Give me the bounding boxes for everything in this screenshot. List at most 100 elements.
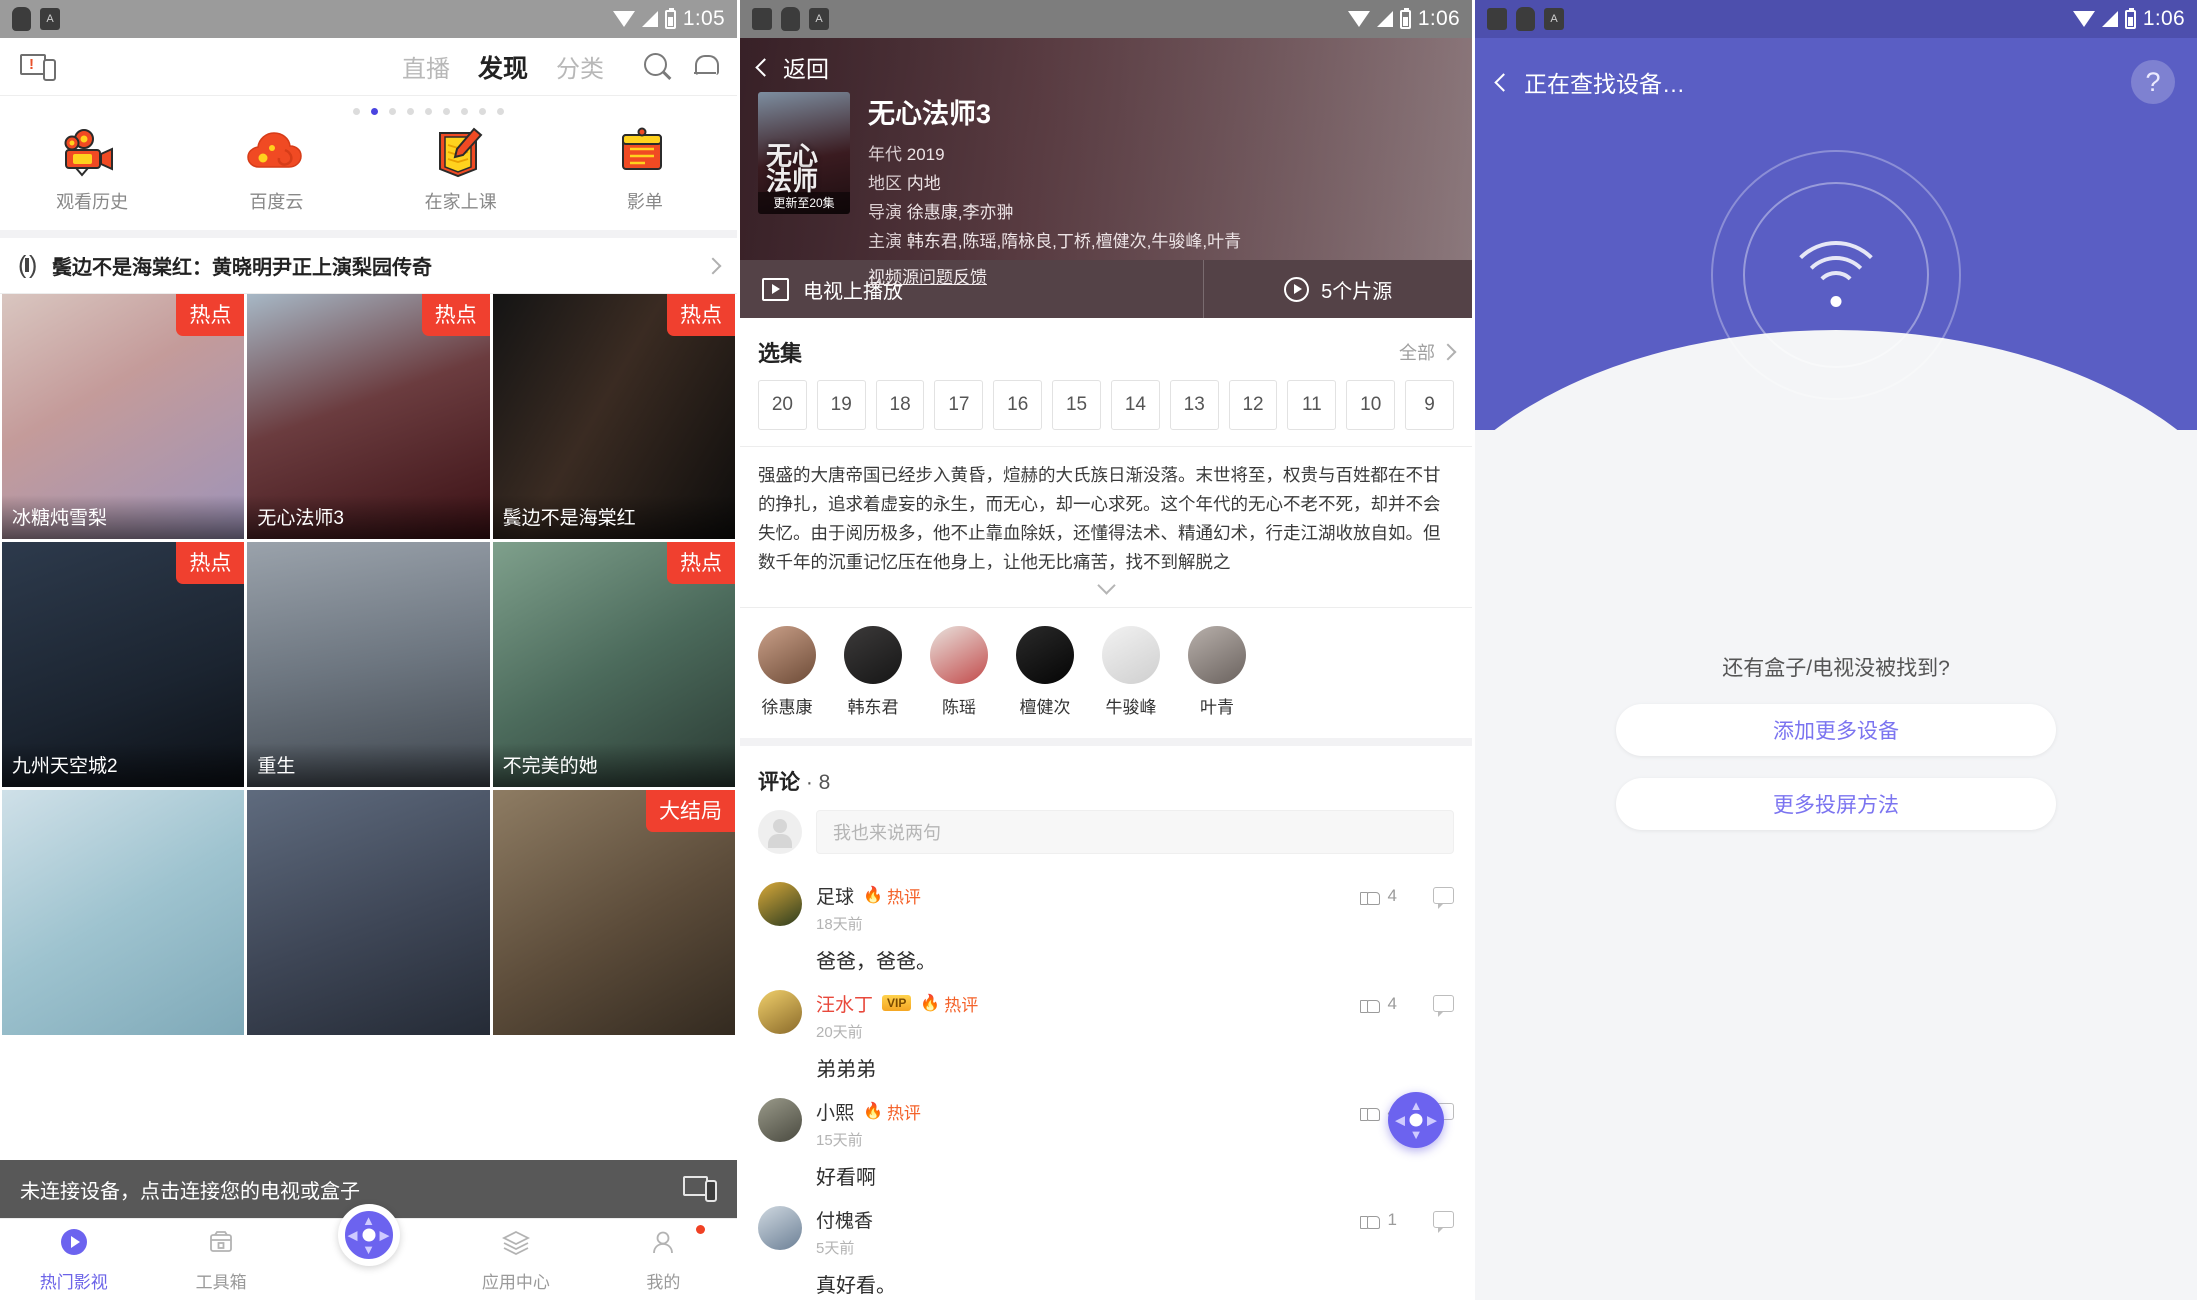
pager-dot[interactable] — [461, 108, 468, 115]
question-mark-icon[interactable]: ? — [2131, 60, 2175, 104]
cast-alert-icon[interactable]: ! — [20, 52, 56, 82]
more-cast-methods-button[interactable]: 更多投屏方法 — [1616, 778, 2056, 830]
movie-card[interactable]: 重生 — [247, 542, 490, 787]
comment-author: 足球 — [816, 886, 855, 908]
episode-item[interactable]: 10 — [1346, 380, 1396, 430]
like-button[interactable]: 4 — [1359, 994, 1397, 1014]
movie-card[interactable]: 热点 不完美的她 — [492, 542, 735, 787]
tab-mine[interactable]: 我的 — [590, 1224, 737, 1293]
movie-card[interactable]: 热点 鬓边不是海棠红 — [492, 294, 735, 539]
cast-member[interactable]: 牛骏峰 — [1102, 625, 1160, 718]
dpad-icon: ▲ ▼ ◀ ▶ — [1395, 1098, 1437, 1142]
comment-text: 好看啊 — [816, 1166, 876, 1189]
pager-dot[interactable] — [479, 108, 486, 115]
movie-card[interactable]: 热点 九州天空城2 — [2, 542, 245, 787]
episode-item[interactable]: 15 — [1052, 380, 1101, 430]
shortcut-film-list[interactable]: 影单 — [553, 125, 737, 214]
pager-dot[interactable] — [353, 108, 360, 115]
avatar[interactable] — [758, 1097, 802, 1142]
like-button[interactable]: 4 — [1359, 886, 1397, 906]
pager-dot[interactable] — [443, 108, 450, 115]
like-count: 1 — [1387, 1209, 1397, 1229]
episode-item[interactable]: 12 — [1228, 380, 1278, 430]
like-button[interactable]: 1 — [1359, 1209, 1397, 1230]
tab-toolbox[interactable]: 工具箱 — [147, 1227, 294, 1293]
bell-icon[interactable] — [693, 53, 719, 80]
chevron-left-icon[interactable] — [1494, 72, 1513, 92]
episodes-more-button[interactable]: 全部 — [1399, 339, 1457, 365]
movie-card[interactable]: 热点 无心法师3 — [247, 294, 490, 539]
tab-hot-videos[interactable]: 热门影视 — [0, 1227, 147, 1293]
comment-input[interactable]: 我也来说两句 — [816, 809, 1454, 854]
episode-item[interactable]: 11 — [1287, 380, 1337, 430]
cast-member[interactable]: 陈瑶 — [930, 625, 988, 718]
feedback-link[interactable]: 视频源问题反馈 — [868, 263, 987, 288]
cast-member[interactable]: 檀健次 — [1016, 625, 1074, 718]
avatar — [758, 625, 816, 684]
movie-card[interactable]: 热点 冰糖炖雪梨 — [2, 294, 245, 539]
shortcut-home-class[interactable]: 在家上课 — [369, 125, 553, 214]
comment-author: 付槐香 — [816, 1210, 874, 1232]
meta-value: 2019 — [906, 145, 945, 164]
hot-badge: 热点 — [176, 542, 245, 584]
episode-item[interactable]: 9 — [1405, 380, 1454, 430]
radar-animation — [1475, 150, 2197, 400]
comment-item: 汪水丁 VIP 🔥 热评 20天前 弟弟弟 4 — [740, 980, 1472, 1088]
cast-member[interactable]: 叶青 — [1188, 625, 1246, 718]
movie-card[interactable] — [2, 790, 245, 1035]
episode-item[interactable]: 16 — [993, 380, 1043, 430]
avatar[interactable] — [758, 881, 802, 926]
status-time: 1:05 — [682, 7, 725, 30]
cast-icon[interactable] — [683, 1175, 717, 1203]
pager-dot[interactable] — [425, 108, 432, 115]
detail-poster[interactable]: 无心 法师 更新至20集 — [758, 92, 850, 214]
tab-app-center[interactable]: 应用中心 — [442, 1227, 589, 1293]
episode-item[interactable]: 18 — [875, 380, 925, 430]
status-bar: A 1:06 — [1475, 0, 2197, 38]
back-button[interactable]: 返回 — [740, 38, 1472, 84]
shortcut-baidu-cloud[interactable]: 百度云 — [184, 125, 368, 214]
pager-dot[interactable] — [407, 108, 414, 115]
tab-live[interactable]: 直播 — [402, 49, 450, 84]
remote-control-fab[interactable]: ▲ ▼ ◀ ▶ — [337, 1204, 400, 1266]
status-icons: A — [1487, 7, 1564, 31]
episode-item[interactable]: 14 — [1110, 380, 1160, 430]
hot-badge: 热点 — [666, 542, 735, 584]
add-more-devices-button[interactable]: 添加更多设备 — [1616, 704, 2056, 756]
avatar[interactable] — [758, 989, 802, 1034]
pager-dots — [0, 96, 737, 117]
avatar[interactable] — [758, 1205, 802, 1250]
expand-synopsis-button[interactable] — [740, 575, 1472, 607]
comment-author: 汪水丁 — [816, 994, 874, 1016]
cast-member[interactable]: 徐惠康 — [758, 625, 816, 718]
shortcut-watch-history[interactable]: 观看历史 — [0, 125, 184, 214]
tab-discover[interactable]: 发现 — [478, 49, 528, 85]
chevron-left-icon — [755, 57, 774, 77]
episode-item[interactable]: 13 — [1169, 380, 1219, 430]
remote-control-fab[interactable]: ▲ ▼ ◀ ▶ — [1388, 1092, 1444, 1148]
pager-dot[interactable] — [497, 108, 504, 115]
status-right: 1:05 — [612, 7, 725, 31]
shortcut-label: 影单 — [626, 192, 663, 212]
comment-item: 付槐香 5天前 真好看。 1 — [740, 1196, 1472, 1300]
tab-category[interactable]: 分类 — [556, 49, 604, 84]
episode-item[interactable]: 17 — [934, 380, 984, 430]
episode-item[interactable]: 19 — [816, 380, 866, 430]
reply-icon[interactable] — [1433, 995, 1454, 1017]
announcement-bar[interactable]: 鬓边不是海棠红：黄晓明尹正上演梨园传奇 — [0, 238, 737, 294]
movie-card[interactable] — [247, 790, 490, 1035]
shortcut-label: 观看历史 — [56, 192, 129, 212]
reply-icon[interactable] — [1433, 887, 1454, 909]
tab-label: 热门影视 — [39, 1272, 108, 1292]
comment-name-line: 付槐香 — [816, 1206, 1454, 1233]
pager-dot-active[interactable] — [371, 108, 378, 115]
movie-card[interactable]: 大结局 — [492, 790, 735, 1035]
meta-label: 年代 — [868, 145, 902, 164]
synopsis-text: 强盛的大唐帝国已经步入黄昏，煊赫的大氏族日渐没落。末世将至，权贵与百姓都在不甘的… — [758, 465, 1441, 572]
pager-dot[interactable] — [389, 108, 396, 115]
search-icon[interactable] — [644, 53, 671, 80]
battery-icon — [2124, 7, 2136, 29]
episode-item[interactable]: 20 — [758, 380, 807, 430]
reply-icon[interactable] — [1433, 1211, 1454, 1233]
cast-member[interactable]: 韩东君 — [844, 625, 902, 718]
